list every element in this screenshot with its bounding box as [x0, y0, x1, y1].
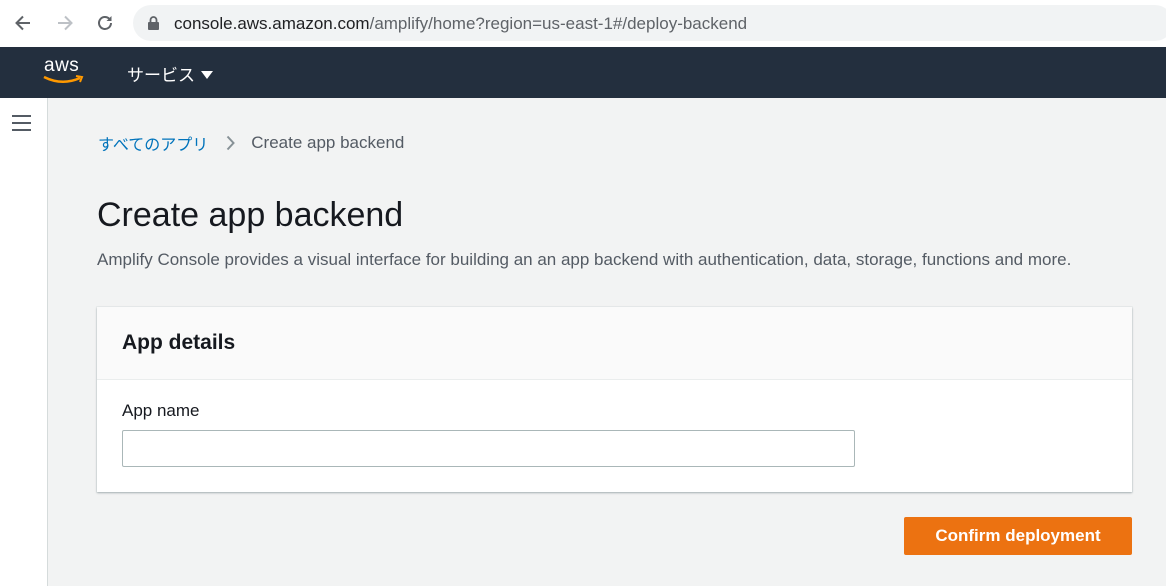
- app-name-input[interactable]: [122, 430, 855, 467]
- caret-down-icon: [201, 70, 213, 79]
- confirm-deployment-button[interactable]: Confirm deployment: [904, 517, 1132, 555]
- arrow-right-icon: [58, 15, 73, 31]
- breadcrumb: すべてのアプリ Create app backend: [98, 131, 404, 155]
- page-title: Create app backend: [97, 196, 404, 234]
- aws-top-nav: aws サービス: [0, 47, 1166, 98]
- page-description: Amplify Console provides a visual interf…: [97, 250, 1072, 269]
- panel-title: App details: [122, 331, 236, 354]
- aws-smile-icon: [43, 75, 84, 83]
- address-bar[interactable]: console.aws.amazon.com/amplify/home?regi…: [133, 5, 1166, 41]
- app-name-label: App name: [122, 401, 200, 420]
- url-host: console.aws.amazon.com: [174, 14, 370, 33]
- breadcrumb-all-apps[interactable]: すべてのアプリ: [98, 131, 208, 155]
- app-details-panel: App details App name: [97, 307, 1132, 492]
- forward-button[interactable]: [52, 10, 78, 36]
- services-menu[interactable]: サービス: [127, 61, 213, 86]
- back-button[interactable]: [10, 10, 36, 36]
- breadcrumb-current: Create app backend: [251, 133, 405, 152]
- arrow-left-icon: [15, 15, 30, 31]
- menu-icon[interactable]: [12, 115, 31, 136]
- aws-logo[interactable]: aws: [42, 55, 88, 89]
- url-text: console.aws.amazon.com/amplify/home?regi…: [174, 14, 747, 34]
- url-path: /amplify/home?region=us-east-1#/deploy-b…: [369, 14, 748, 33]
- browser-toolbar: console.aws.amazon.com/amplify/home?regi…: [0, 0, 1166, 47]
- panel-header: App details: [97, 307, 1132, 380]
- reload-icon: [98, 16, 112, 30]
- lock-icon: [148, 16, 159, 30]
- chevron-right-icon: [227, 135, 236, 151]
- services-label: サービス: [127, 66, 195, 86]
- side-navigation: [0, 98, 48, 586]
- reload-button[interactable]: [92, 10, 118, 36]
